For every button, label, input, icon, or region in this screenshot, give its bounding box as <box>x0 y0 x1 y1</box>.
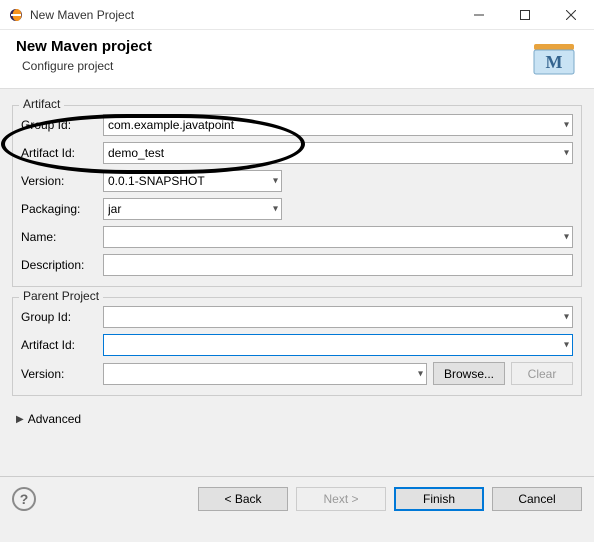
parent-artifact-id-input[interactable] <box>103 334 573 356</box>
svg-text:M: M <box>546 52 563 72</box>
version-input[interactable] <box>103 170 282 192</box>
page-subtitle: Configure project <box>22 59 530 73</box>
parent-version-input[interactable] <box>103 363 427 385</box>
parent-artifact-id-label: Artifact Id: <box>21 338 103 352</box>
name-input[interactable] <box>103 226 573 248</box>
minimize-button[interactable] <box>456 0 502 30</box>
parent-group-id-input[interactable] <box>103 306 573 328</box>
finish-button[interactable]: Finish <box>394 487 484 511</box>
packaging-input[interactable] <box>103 198 282 220</box>
artifact-id-label: Artifact Id: <box>21 146 103 160</box>
back-button[interactable]: < Back <box>198 487 288 511</box>
help-icon[interactable]: ? <box>12 487 36 511</box>
triangle-right-icon: ▶ <box>16 414 24 425</box>
artifact-id-input[interactable] <box>103 142 573 164</box>
next-button[interactable]: Next > <box>296 487 386 511</box>
maven-wizard-icon: M <box>530 38 578 78</box>
window-title: New Maven Project <box>30 8 134 22</box>
dialog-header: New Maven project Configure project M <box>0 30 594 89</box>
name-label: Name: <box>21 230 103 244</box>
button-bar: ? < Back Next > Finish Cancel <box>0 477 594 523</box>
group-id-label: Group Id: <box>21 118 103 132</box>
description-input[interactable] <box>103 254 573 276</box>
parent-version-label: Version: <box>21 367 103 381</box>
browse-button[interactable]: Browse... <box>433 362 505 385</box>
advanced-label: Advanced <box>28 412 81 426</box>
artifact-group: Artifact Group Id: ▾ Artifact Id: ▾ Vers… <box>12 105 582 287</box>
cancel-button[interactable]: Cancel <box>492 487 582 511</box>
description-label: Description: <box>21 258 103 272</box>
artifact-legend: Artifact <box>19 97 64 111</box>
maximize-button[interactable] <box>502 0 548 30</box>
page-title: New Maven project <box>16 38 530 55</box>
clear-button[interactable]: Clear <box>511 362 573 385</box>
group-id-input[interactable] <box>103 114 573 136</box>
close-button[interactable] <box>548 0 594 30</box>
version-label: Version: <box>21 174 103 188</box>
parent-group-id-label: Group Id: <box>21 310 103 324</box>
title-bar: New Maven Project <box>0 0 594 30</box>
parent-legend: Parent Project <box>19 289 103 303</box>
packaging-label: Packaging: <box>21 202 103 216</box>
advanced-toggle[interactable]: ▶ Advanced <box>12 406 582 432</box>
eclipse-icon <box>8 7 24 23</box>
parent-project-group: Parent Project Group Id: ▾ Artifact Id: … <box>12 297 582 396</box>
